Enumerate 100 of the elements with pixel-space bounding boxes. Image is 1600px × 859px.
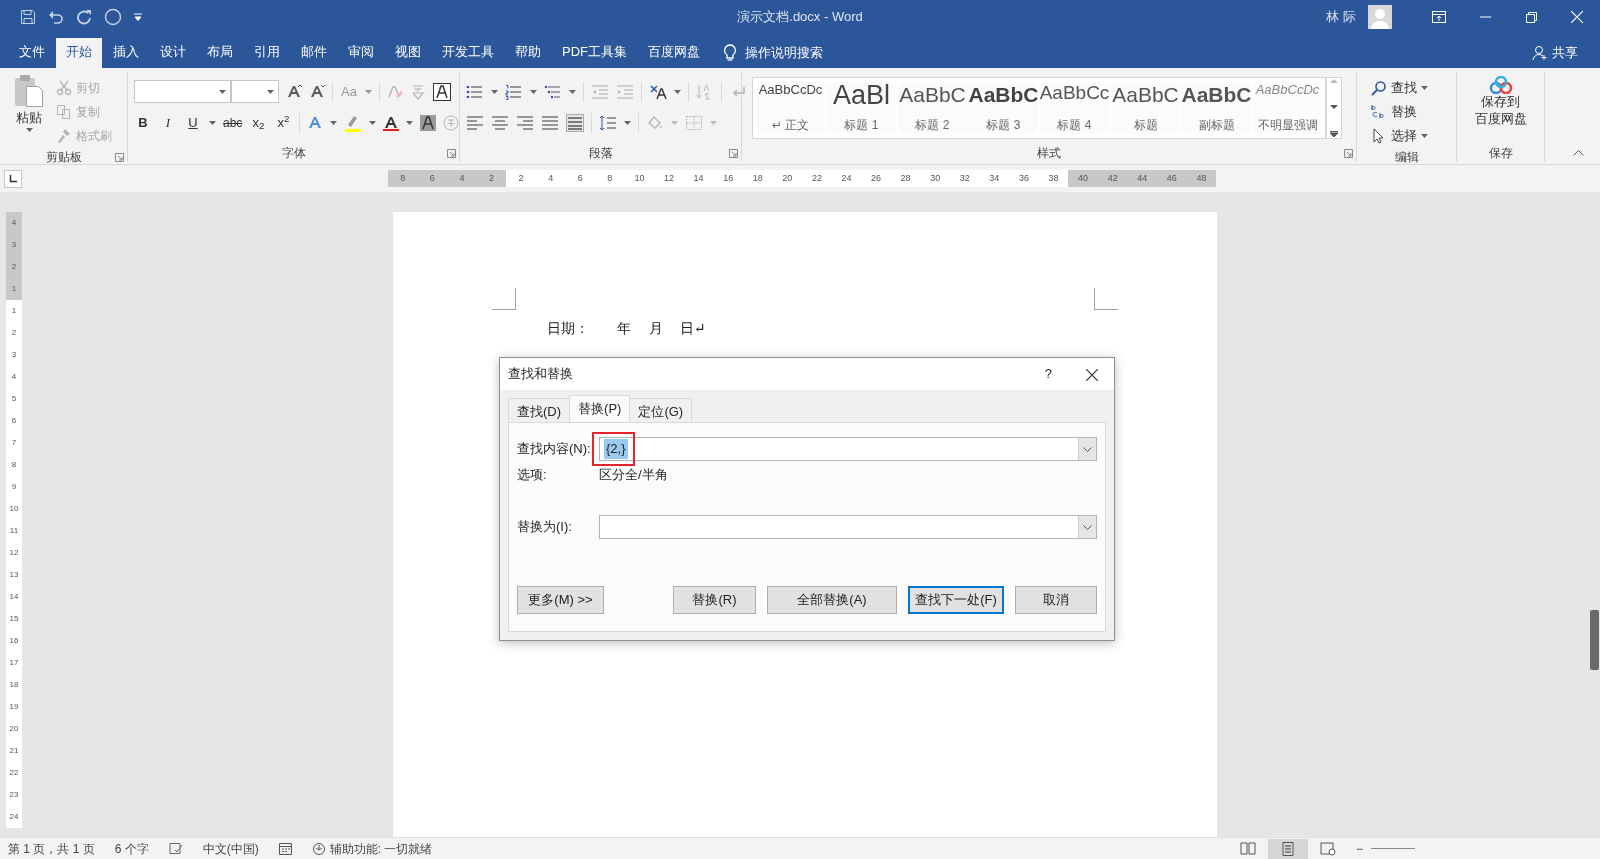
multilevel-list-icon[interactable] [544,83,562,100]
collapse-ribbon-icon[interactable] [1573,150,1584,156]
ribbon-tab[interactable]: 邮件 [291,38,337,68]
font-name-field[interactable] [134,80,231,103]
sub-button[interactable]: x$_{2}$ [249,112,268,133]
select-button[interactable]: 选择 [1371,124,1428,148]
dialog-launcher-icon[interactable] [447,148,456,158]
highlight-icon[interactable] [344,113,363,132]
dialog-launcher-icon[interactable] [729,148,738,158]
dialog-button[interactable]: 全部替换(A) [767,586,897,614]
style-item[interactable]: AaBbC 标题 2 [898,82,967,134]
character-shading-icon[interactable] [420,114,437,131]
scrollbar-thumb[interactable] [1590,610,1599,670]
caret-icon[interactable] [491,89,498,94]
ribbon-tab[interactable]: 开发工具 [432,38,504,68]
caret-icon[interactable] [624,120,631,125]
dialog-launcher-icon[interactable] [115,152,124,162]
macro-icon[interactable] [278,842,292,855]
caret-icon[interactable] [330,120,338,125]
dialog-tab[interactable]: 替换(P) [569,395,631,422]
style-item[interactable]: AaBbCcDc 不明显强调 [1253,82,1322,134]
caret-icon[interactable] [25,127,33,132]
caret-icon[interactable] [365,89,372,94]
undo-icon[interactable] [48,10,64,24]
circle-icon[interactable] [104,8,122,26]
shrink-font-icon[interactable] [309,83,325,100]
caret-icon[interactable] [219,89,226,94]
more-styles-icon[interactable] [1330,131,1338,138]
ribbon-tab[interactable]: 插入 [103,38,149,68]
tell-me-search[interactable]: 操作说明搜索 [745,43,823,63]
asian-layout-icon[interactable] [649,83,667,100]
ribbon-tab[interactable]: 布局 [197,38,243,68]
style-item[interactable]: AaBbCc 标题 4 [1040,82,1109,134]
lightbulb-icon[interactable] [723,44,737,62]
proofing-icon[interactable] [168,842,183,855]
align-center-icon[interactable] [491,114,509,131]
accessibility-status[interactable]: 辅助功能: 一切就绪 [311,839,433,858]
italic-button[interactable]: I [159,112,177,133]
help-button[interactable]: ? [1044,364,1052,384]
caret-icon[interactable] [569,89,576,94]
paste-button[interactable]: 粘贴 [6,72,52,148]
ribbon-tab[interactable]: 开始 [56,38,102,68]
font-color-icon[interactable] [383,114,400,131]
ribbon-tab[interactable]: 审阅 [338,38,384,68]
style-item[interactable]: AaBl 标题 1 [827,82,896,134]
dialog-launcher-icon[interactable] [1344,148,1353,158]
style-item[interactable]: AaBbCcDc ↵ 正文 [756,82,825,134]
word-count[interactable]: 6 个字 [114,839,149,858]
ribbon-tab[interactable]: 引用 [244,38,290,68]
find-field[interactable]: {2,} [599,437,1097,461]
print-view-button[interactable] [1268,838,1308,859]
dialog-button[interactable]: 更多(M) >> [517,586,604,614]
replace-button[interactable]: 替换 [1371,100,1428,124]
caret-icon[interactable] [209,120,216,125]
restore-icon[interactable] [1525,11,1537,23]
ribbon-display-icon[interactable] [1432,11,1446,23]
style-item[interactable]: AaBbC 标题 [1111,82,1180,134]
ribbon-tab[interactable]: 帮助 [505,38,551,68]
caret-icon[interactable] [530,89,537,94]
tab-selector[interactable] [4,169,22,188]
sup-button[interactable]: x$^{2}$ [274,112,293,133]
minimize-icon[interactable] [1479,16,1491,18]
dialog-tab[interactable]: 查找(D) [508,398,571,422]
font-size-field[interactable] [231,80,279,103]
dialog-button[interactable]: 查找下一处(F) [908,586,1004,614]
grow-font-icon[interactable] [286,83,302,100]
align-left-icon[interactable] [466,114,484,131]
character-border-icon[interactable] [433,82,451,101]
page-count[interactable]: 第 1 页，共 1 页 [8,839,95,858]
ribbon-tab[interactable]: 百度网盘 [638,38,710,68]
save-to-cloud-button[interactable]: 保存到 百度网盘 [1463,72,1538,144]
close-icon[interactable] [1086,368,1098,381]
redo-icon[interactable] [76,9,92,25]
caret-icon[interactable] [267,89,274,94]
underline-button[interactable]: U [184,112,202,133]
share-button[interactable]: 共享 [1532,38,1578,68]
bullets-icon[interactable] [466,83,484,100]
language-indicator[interactable]: 中文(中国) [202,839,259,858]
strike-button[interactable]: abc [223,113,243,132]
find-button[interactable]: 查找 [1371,76,1428,100]
justify-icon[interactable] [541,114,559,131]
style-item[interactable]: AaBbC 副标题 [1182,82,1251,134]
style-item[interactable]: AaBbC 标题 3 [969,82,1038,134]
zoom-out-button[interactable]: − [1356,839,1363,858]
caret-icon[interactable] [674,89,681,94]
bold-button[interactable]: B [134,112,152,133]
align-right-icon[interactable] [516,114,534,131]
dialog-button[interactable]: 取消 [1015,586,1097,614]
numbering-icon[interactable] [505,83,523,100]
ribbon-tab[interactable]: 设计 [150,38,196,68]
line-spacing-icon[interactable] [599,114,617,131]
save-icon[interactable] [20,9,36,25]
ribbon-tab[interactable]: 视图 [385,38,431,68]
distributed-icon[interactable] [566,113,584,132]
ribbon-tab[interactable]: PDF工具集 [552,38,637,68]
caret-icon[interactable] [369,120,377,125]
ribbon-tab[interactable]: 文件 [9,38,55,68]
dialog-button[interactable]: 替换(R) [673,586,756,614]
caret-icon[interactable] [406,120,414,125]
scroll-down-icon[interactable] [1330,104,1338,110]
